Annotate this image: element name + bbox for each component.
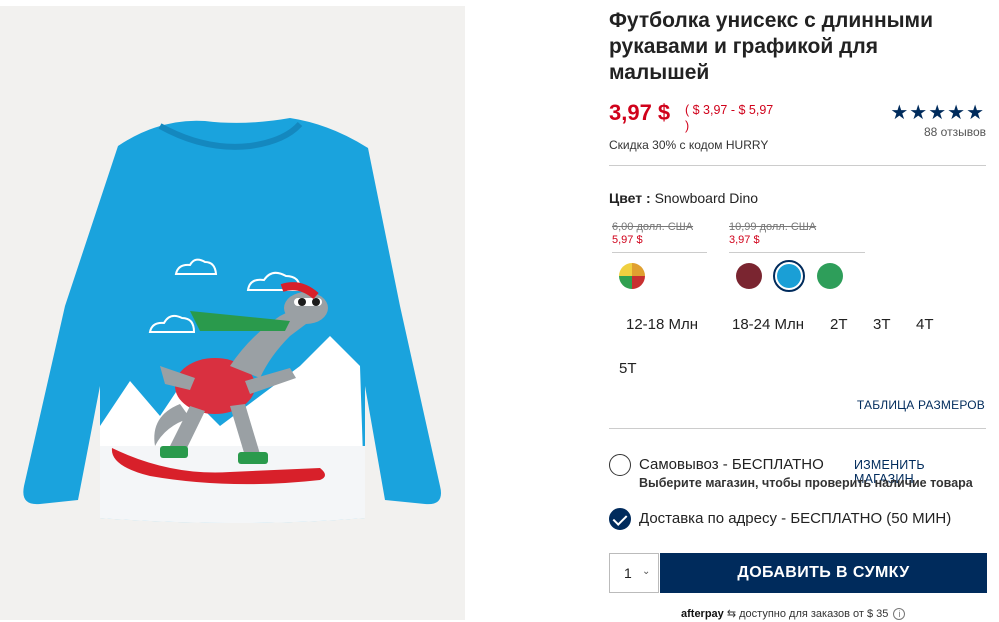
current-price: 3,97 $: [609, 100, 671, 125]
quantity-select[interactable]: 1 ⌄: [609, 553, 659, 593]
delivery-radio[interactable]: [609, 508, 631, 530]
size-option[interactable]: 18-24 Млн: [732, 316, 804, 333]
promo-code-note: Скидка 30% с кодом HURRY: [609, 138, 769, 152]
old-price: 6,00 долл. США: [612, 221, 694, 233]
size-chart-link[interactable]: ТАБЛИЦА РАЗМЕРОВ: [857, 398, 985, 412]
product-title: Футболка унисекс с длинными рукавами и г…: [609, 9, 934, 84]
color-label: Цвет :: [609, 190, 651, 206]
divider: [609, 428, 986, 429]
product-info-panel: Футболка унисекс с длинными рукавами и г…: [609, 0, 987, 622]
size-option[interactable]: 12-18 Млн: [626, 316, 698, 333]
size-option[interactable]: 5T: [619, 360, 637, 377]
afterpay-logo: afterpay: [681, 608, 724, 620]
color-swatch-bus-print[interactable]: [619, 263, 645, 289]
size-option[interactable]: 4T: [916, 316, 934, 333]
shirt-illustration: [23, 118, 441, 523]
color-selection-label: Цвет : Snowboard Dino: [609, 190, 758, 206]
size-option[interactable]: 2T: [830, 316, 848, 333]
size-option[interactable]: 3T: [873, 316, 891, 333]
reviews-count[interactable]: 88 отзывов: [924, 125, 986, 139]
old-price: 10,99 долл. США: [729, 221, 817, 233]
price-range: ( $ 3,97 - $ 5,97 ): [685, 103, 774, 133]
rating-stars-icon[interactable]: ★★★★★: [890, 100, 985, 125]
pickup-note: Выберите магазин, чтобы проверить наличи…: [639, 476, 973, 490]
product-image[interactable]: [0, 6, 465, 620]
pickup-label: Самовывоз - БЕСПЛАТНО: [639, 456, 824, 473]
sale-price: 5,97 $: [612, 234, 643, 246]
divider: [609, 165, 986, 166]
add-to-bag-button[interactable]: ДОБАВИТЬ В СУМКУ: [660, 553, 987, 593]
chevron-down-icon: ⌄: [642, 566, 651, 577]
divider: [729, 252, 865, 253]
price-group-1: 6,00 долл. США 5,97 $: [612, 221, 693, 247]
color-value: Snowboard Dino: [654, 190, 759, 206]
afterpay-text: доступно для заказов от $ 35: [739, 608, 889, 620]
divider: [612, 252, 707, 253]
sale-price: 3,97 $: [729, 234, 760, 246]
afterpay-icon: ⇆: [723, 608, 740, 620]
color-swatch-elf[interactable]: [817, 263, 843, 289]
color-swatch-snowboard-dino[interactable]: [773, 260, 805, 292]
afterpay-note: afterpay ⇆ доступно для заказов от $ 35 …: [681, 607, 906, 620]
info-icon[interactable]: i: [893, 608, 906, 620]
delivery-label: Доставка по адресу - БЕСПЛАТНО (50 МИН): [639, 510, 952, 527]
price-group-2: 10,99 долл. США 3,97 $: [729, 221, 816, 247]
swatch-fill: [777, 264, 801, 288]
color-swatch-my-family[interactable]: [736, 263, 762, 289]
pickup-radio[interactable]: [609, 454, 631, 476]
quantity-value: 1: [624, 565, 632, 581]
